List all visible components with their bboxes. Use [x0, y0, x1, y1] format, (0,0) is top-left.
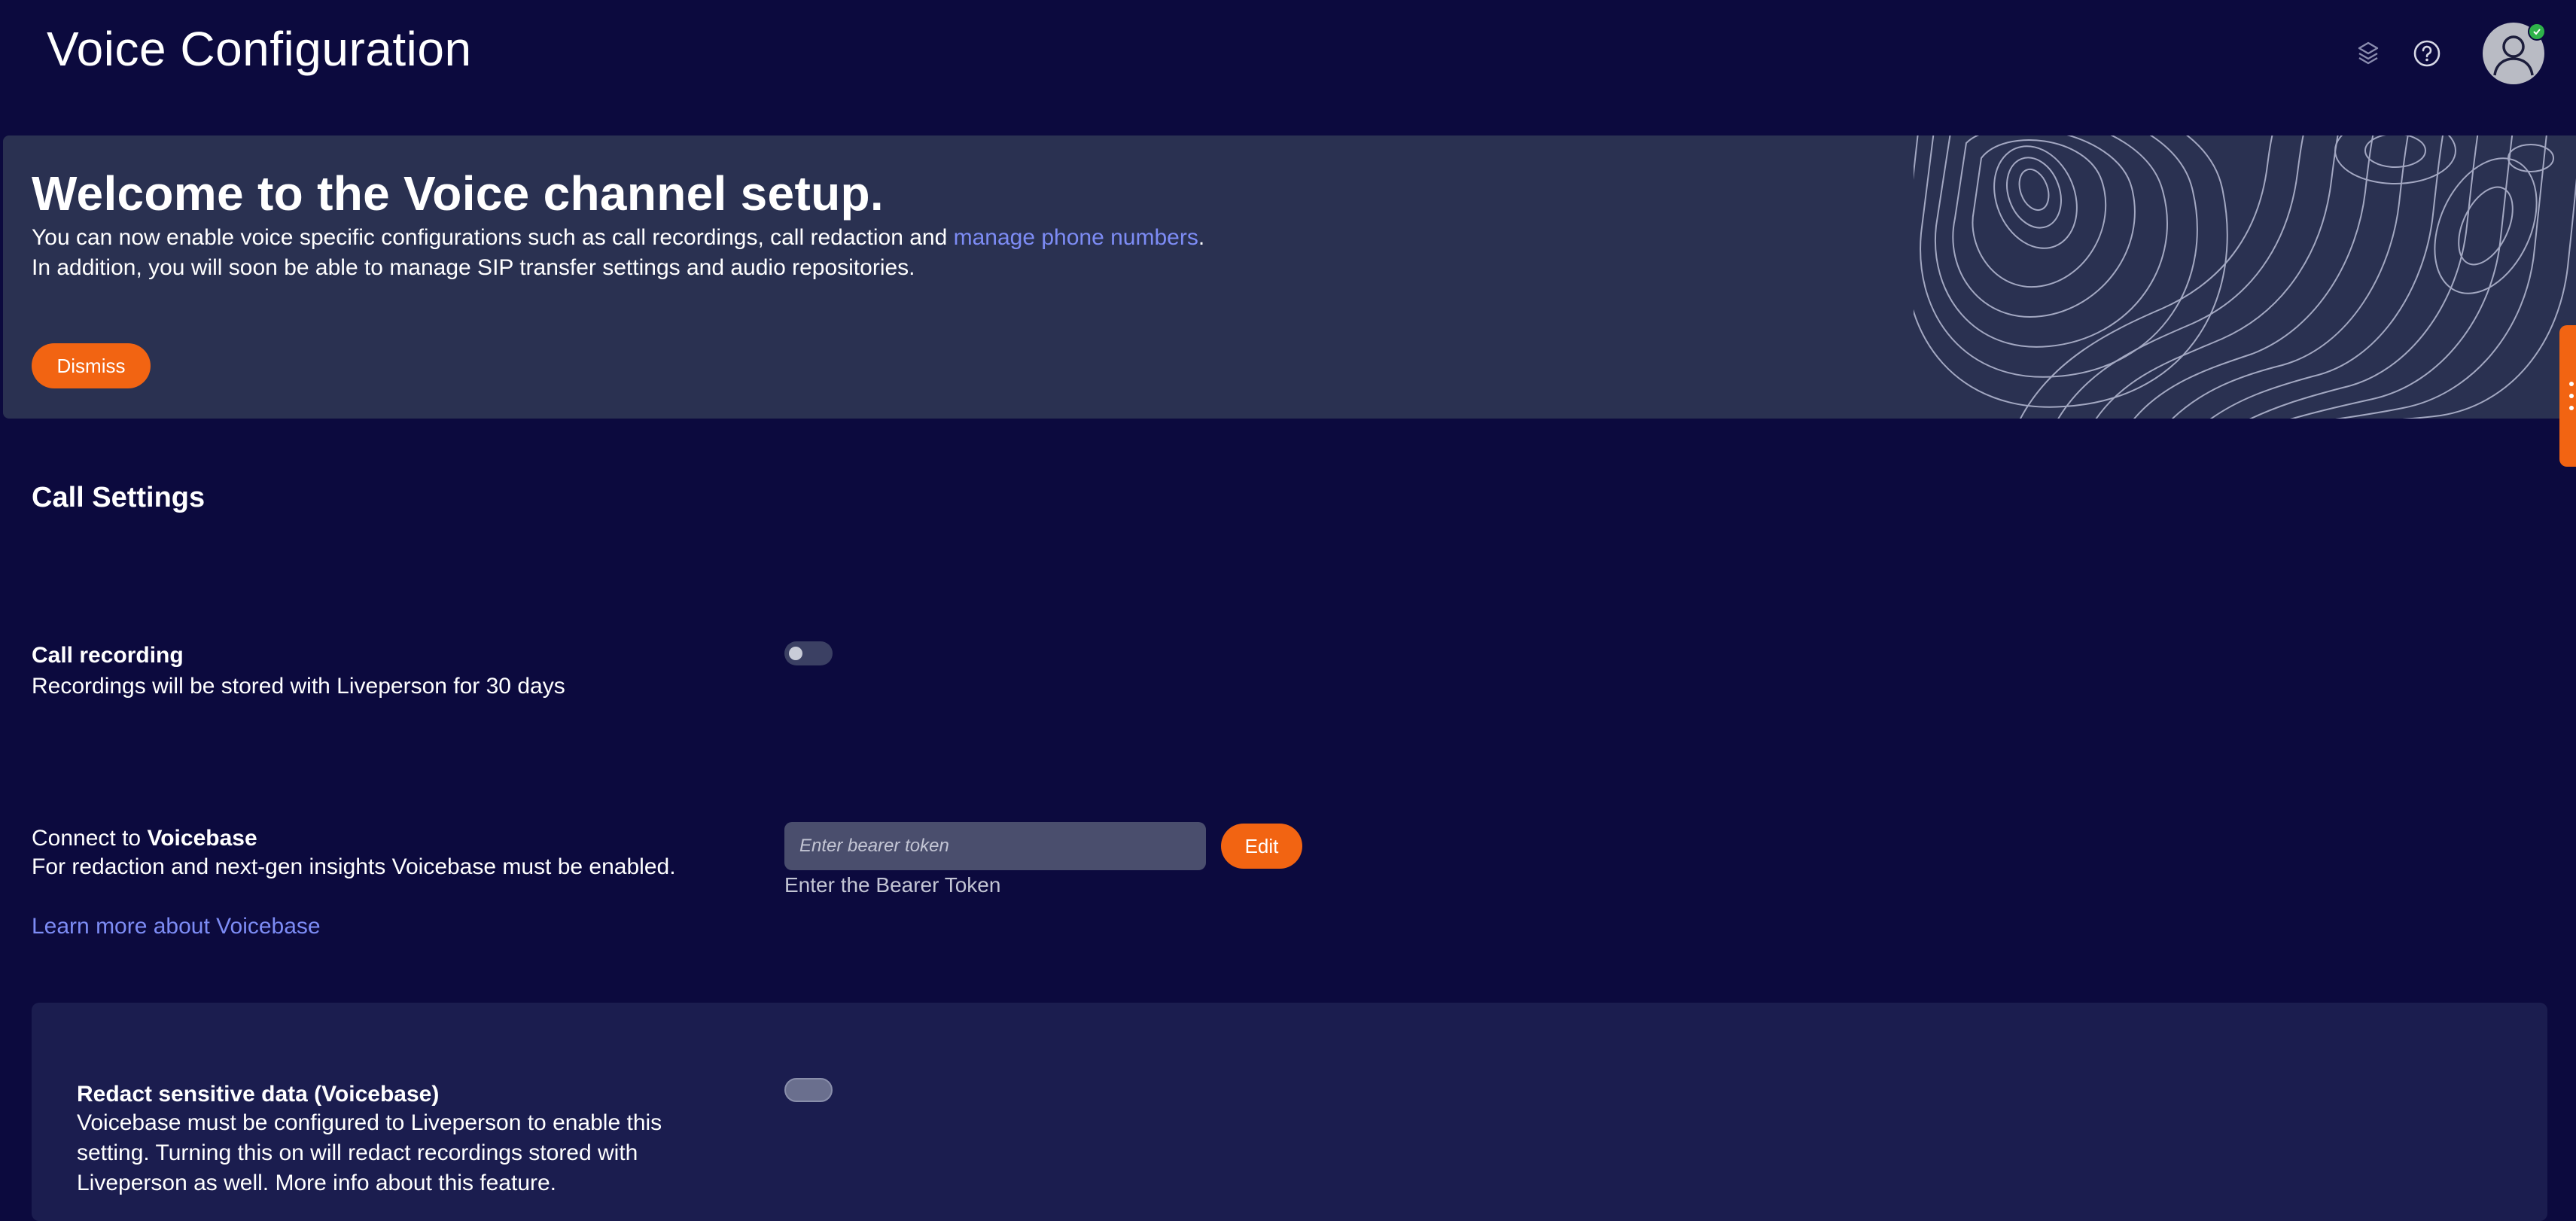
header-actions: [2352, 23, 2546, 84]
layers-icon[interactable]: [2352, 37, 2385, 70]
redact-toggle[interactable]: [784, 1078, 833, 1102]
page-title: Voice Configuration: [47, 22, 472, 76]
call-recording-toggle[interactable]: [784, 641, 833, 665]
banner-line-2: In addition, you will soon be able to ma…: [32, 255, 915, 280]
handle-dot: [2569, 382, 2574, 386]
handle-dot: [2569, 406, 2574, 410]
redact-description: Voicebase must be configured to Livepers…: [77, 1108, 662, 1198]
redact-description-line-3: Liveperson as well. More info about this…: [77, 1171, 557, 1195]
redact-label: Redact sensitive data (Voicebase): [77, 1079, 439, 1110]
voicebase-description: For redaction and next-gen insights Voic…: [32, 854, 676, 879]
toggle-knob: [789, 647, 802, 660]
edit-button[interactable]: Edit: [1221, 824, 1302, 869]
banner-line-1-text: You can now enable voice specific config…: [32, 225, 954, 250]
call-settings-title: Call Settings: [32, 482, 206, 513]
manage-phone-numbers-link[interactable]: manage phone numbers: [954, 225, 1198, 250]
online-status-icon: [2528, 23, 2546, 41]
banner-line-1: You can now enable voice specific config…: [32, 223, 1204, 253]
help-icon[interactable]: [2410, 37, 2444, 70]
banner-line-1-suffix: .: [1198, 225, 1205, 250]
call-recording-description: Recordings will be stored with Liveperso…: [32, 674, 565, 699]
user-avatar-button[interactable]: [2483, 23, 2546, 84]
voice-configuration-page: Voice Configuration Welcome to the Voice…: [0, 0, 2576, 1221]
topographic-pattern-icon: [1914, 135, 2576, 419]
redact-label-bold: Voicebase: [321, 1082, 432, 1107]
handle-dot: [2569, 394, 2574, 398]
redact-label-prefix: Redact sensitive data (: [77, 1082, 322, 1107]
voicebase-label: Connect to Voicebase: [32, 824, 257, 854]
voicebase-label-bold: Voicebase: [147, 826, 257, 851]
welcome-banner: Welcome to the Voice channel setup. You …: [3, 135, 2576, 419]
redact-description-line-2: setting. Turning this on will redact rec…: [77, 1140, 638, 1165]
voicebase-label-prefix: Connect to: [32, 826, 148, 851]
redact-label-suffix: ): [431, 1082, 440, 1107]
banner-description: You can now enable voice specific config…: [32, 223, 1204, 283]
call-recording-label: Call recording: [32, 643, 184, 668]
bearer-token-helper: Enter the Bearer Token: [784, 873, 1001, 897]
banner-title: Welcome to the Voice channel setup.: [32, 166, 884, 221]
bearer-token-input[interactable]: [784, 822, 1206, 870]
dismiss-button[interactable]: Dismiss: [32, 343, 151, 388]
side-panel-handle[interactable]: [2559, 325, 2576, 467]
learn-more-voicebase-link[interactable]: Learn more about Voicebase: [32, 914, 321, 939]
redact-description-line-1: Voicebase must be configured to Livepers…: [77, 1110, 662, 1135]
